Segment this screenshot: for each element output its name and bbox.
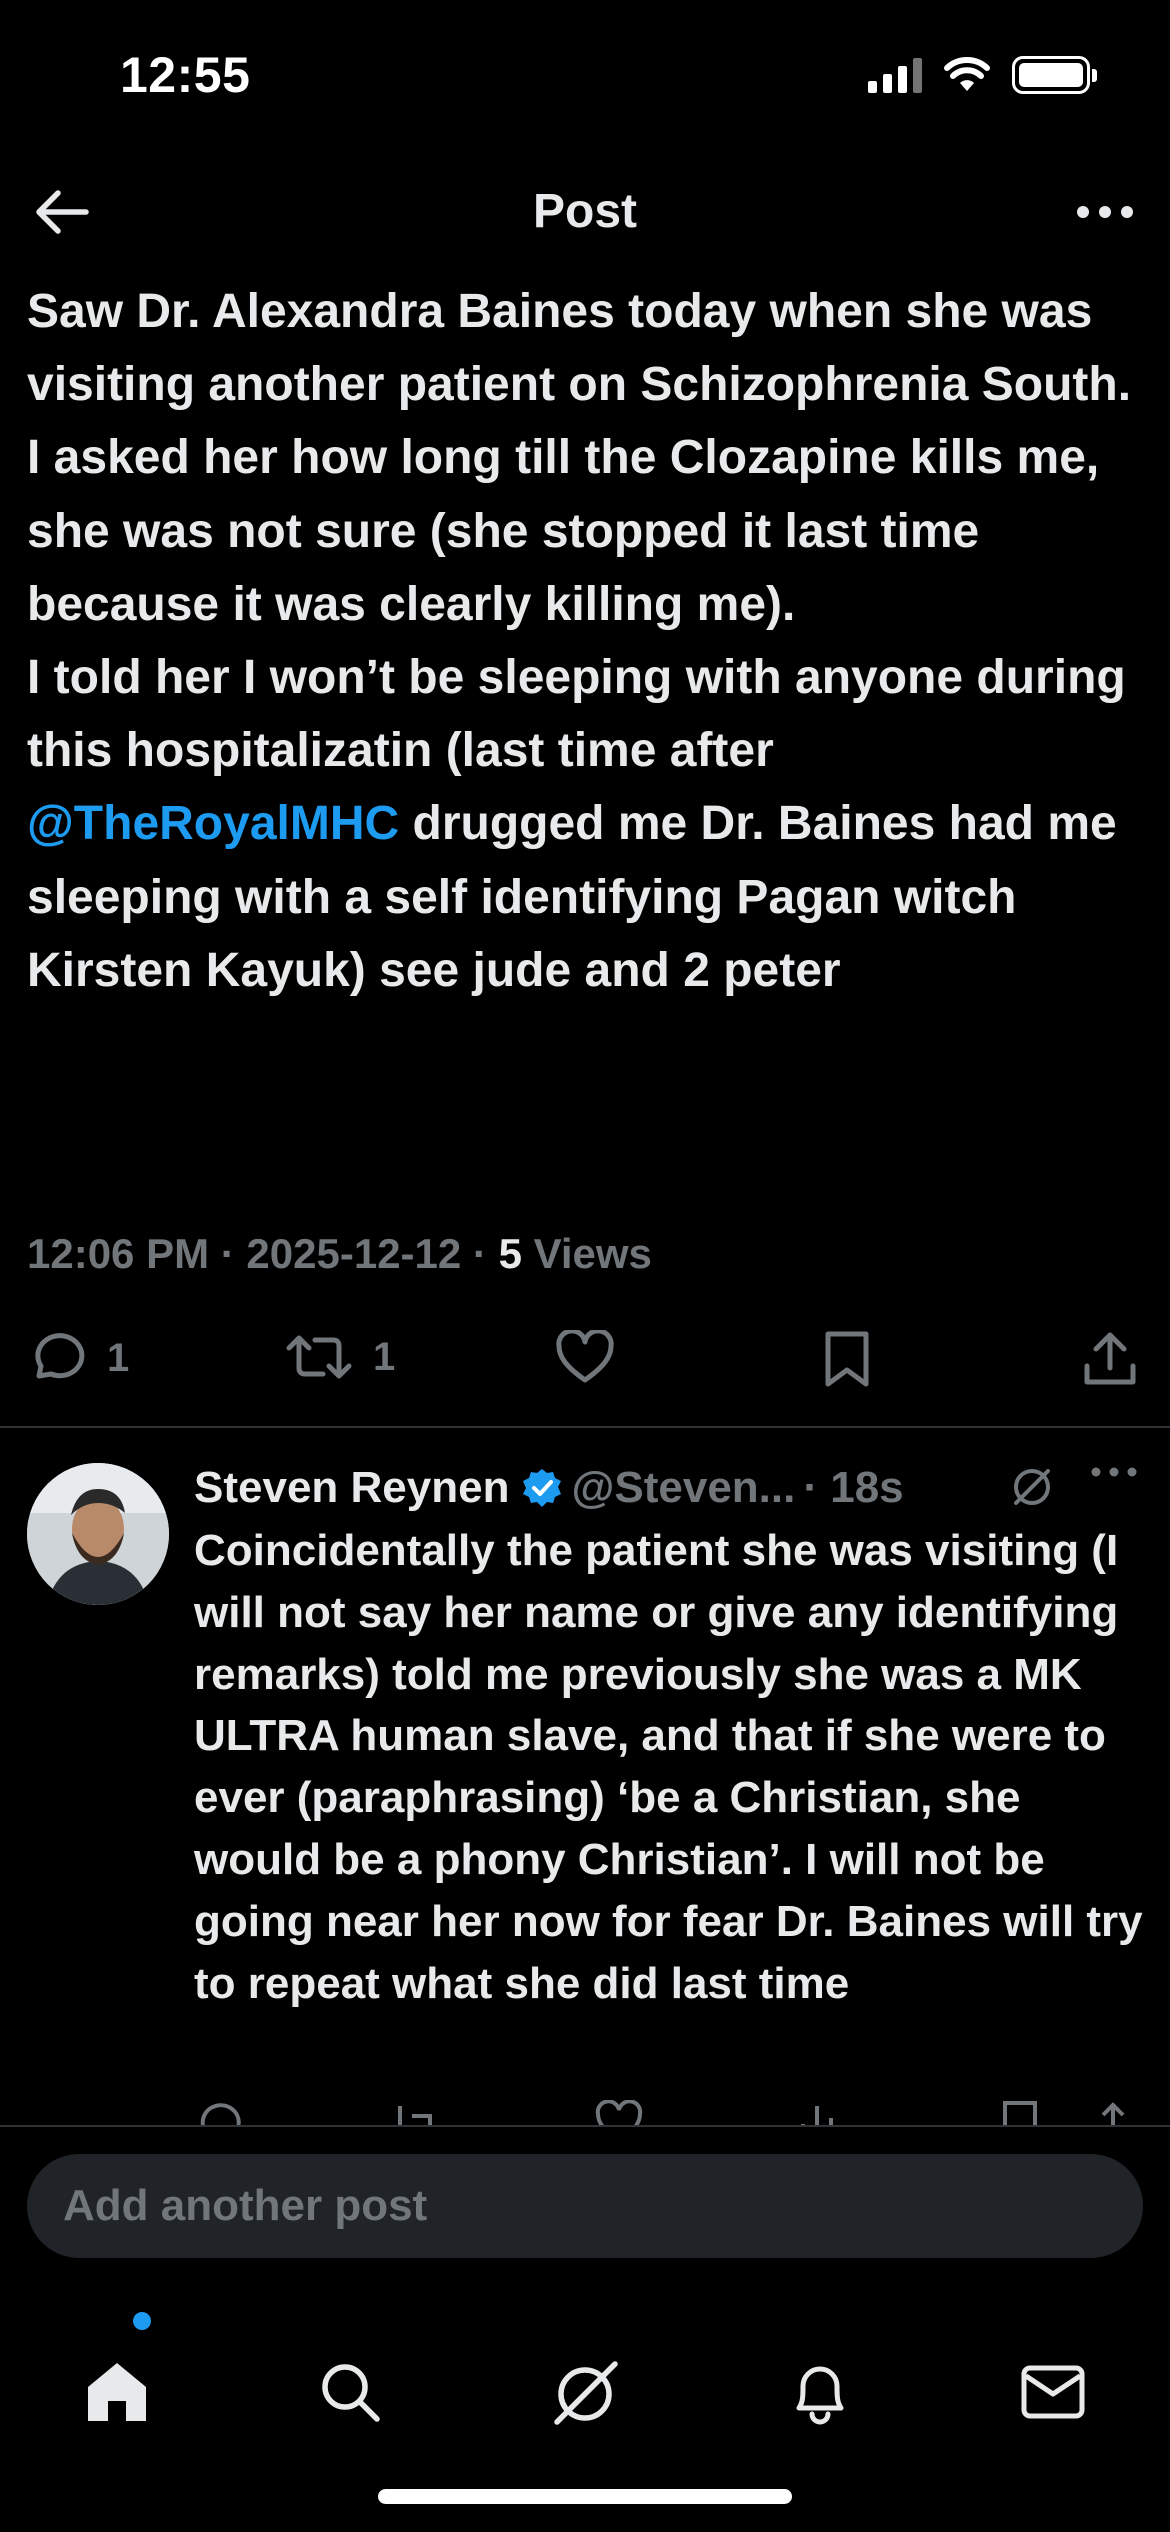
repost-count: 1 [373,1334,396,1379]
post-text-part-1: Saw Dr. Alexandra Baines today when she … [27,285,1132,778]
status-time: 12:55 [120,47,251,103]
wifi-icon [944,57,990,91]
grok-icon [554,2361,618,2425]
repost-button[interactable]: 1 [285,1330,395,1384]
reply-author-name[interactable]: Steven Reynen [194,1463,509,1513]
share-icon [1084,1332,1136,1385]
share-button[interactable] [1083,1330,1137,1388]
repost-icon [286,1335,352,1379]
tab-notifications[interactable] [780,2352,860,2432]
screen: 12:55 Post Saw Dr. Alexandra Baines toda… [0,0,1170,2532]
reply-more-button[interactable] [1090,1465,1138,1483]
grok-icon [1014,1469,1050,1505]
mention-link[interactable]: @TheRoyalMHC [27,797,399,850]
more-icon [1077,206,1133,218]
status-icons [868,56,1097,94]
divider [0,1426,1170,1428]
tab-grok[interactable] [545,2352,625,2432]
tab-home[interactable] [77,2352,157,2432]
views-count[interactable]: 5 [499,1230,522,1277]
search-icon [322,2364,380,2422]
tab-messages[interactable] [1013,2352,1093,2432]
battery-icon [1012,56,1097,94]
tab-search[interactable] [310,2352,390,2432]
post-action-bar: 1 1 [0,1330,1170,1400]
page-title: Post [532,185,637,238]
reply-text: Coincidentally the patient she was visit… [194,1526,1143,2008]
like-icon [556,1330,614,1383]
post-timestamp: 12:06 PM · 2025-12-12 · [27,1230,499,1277]
reply-header: Steven Reynen @Steven... · 18s [194,1455,1134,1520]
more-options-button[interactable] [1070,180,1140,244]
verified-badge-icon [521,1467,563,1509]
like-button[interactable] [555,1330,615,1384]
post-meta: 12:06 PM · 2025-12-12 · 5 Views [27,1230,652,1278]
reply-button[interactable]: 1 [27,1330,129,1386]
compose-bar: Add another post [0,2125,1170,2280]
notifications-icon [796,2366,844,2425]
reply-author-handle[interactable]: @Steven... [571,1463,795,1513]
cellular-signal-icon [868,57,922,93]
status-bar: 12:55 [0,0,1170,150]
home-indicator[interactable] [378,2489,792,2504]
more-icon [1091,1467,1137,1477]
avatar-image [27,1463,169,1605]
post-text: Saw Dr. Alexandra Baines today when she … [27,275,1147,1007]
home-icon [88,2363,146,2421]
header: Post [0,150,1170,275]
bookmark-icon [825,1331,869,1387]
avatar[interactable] [27,1463,169,1605]
grok-button[interactable] [1010,1465,1054,1514]
views-label: Views [521,1230,652,1277]
bookmark-button[interactable] [822,1330,872,1388]
home-notification-dot [133,2312,151,2330]
reply-count: 1 [107,1335,130,1380]
reply-timestamp: · 18s [803,1462,904,1512]
reply-icon [35,1333,85,1379]
add-post-input[interactable]: Add another post [27,2154,1143,2258]
messages-icon [1021,2365,1085,2419]
